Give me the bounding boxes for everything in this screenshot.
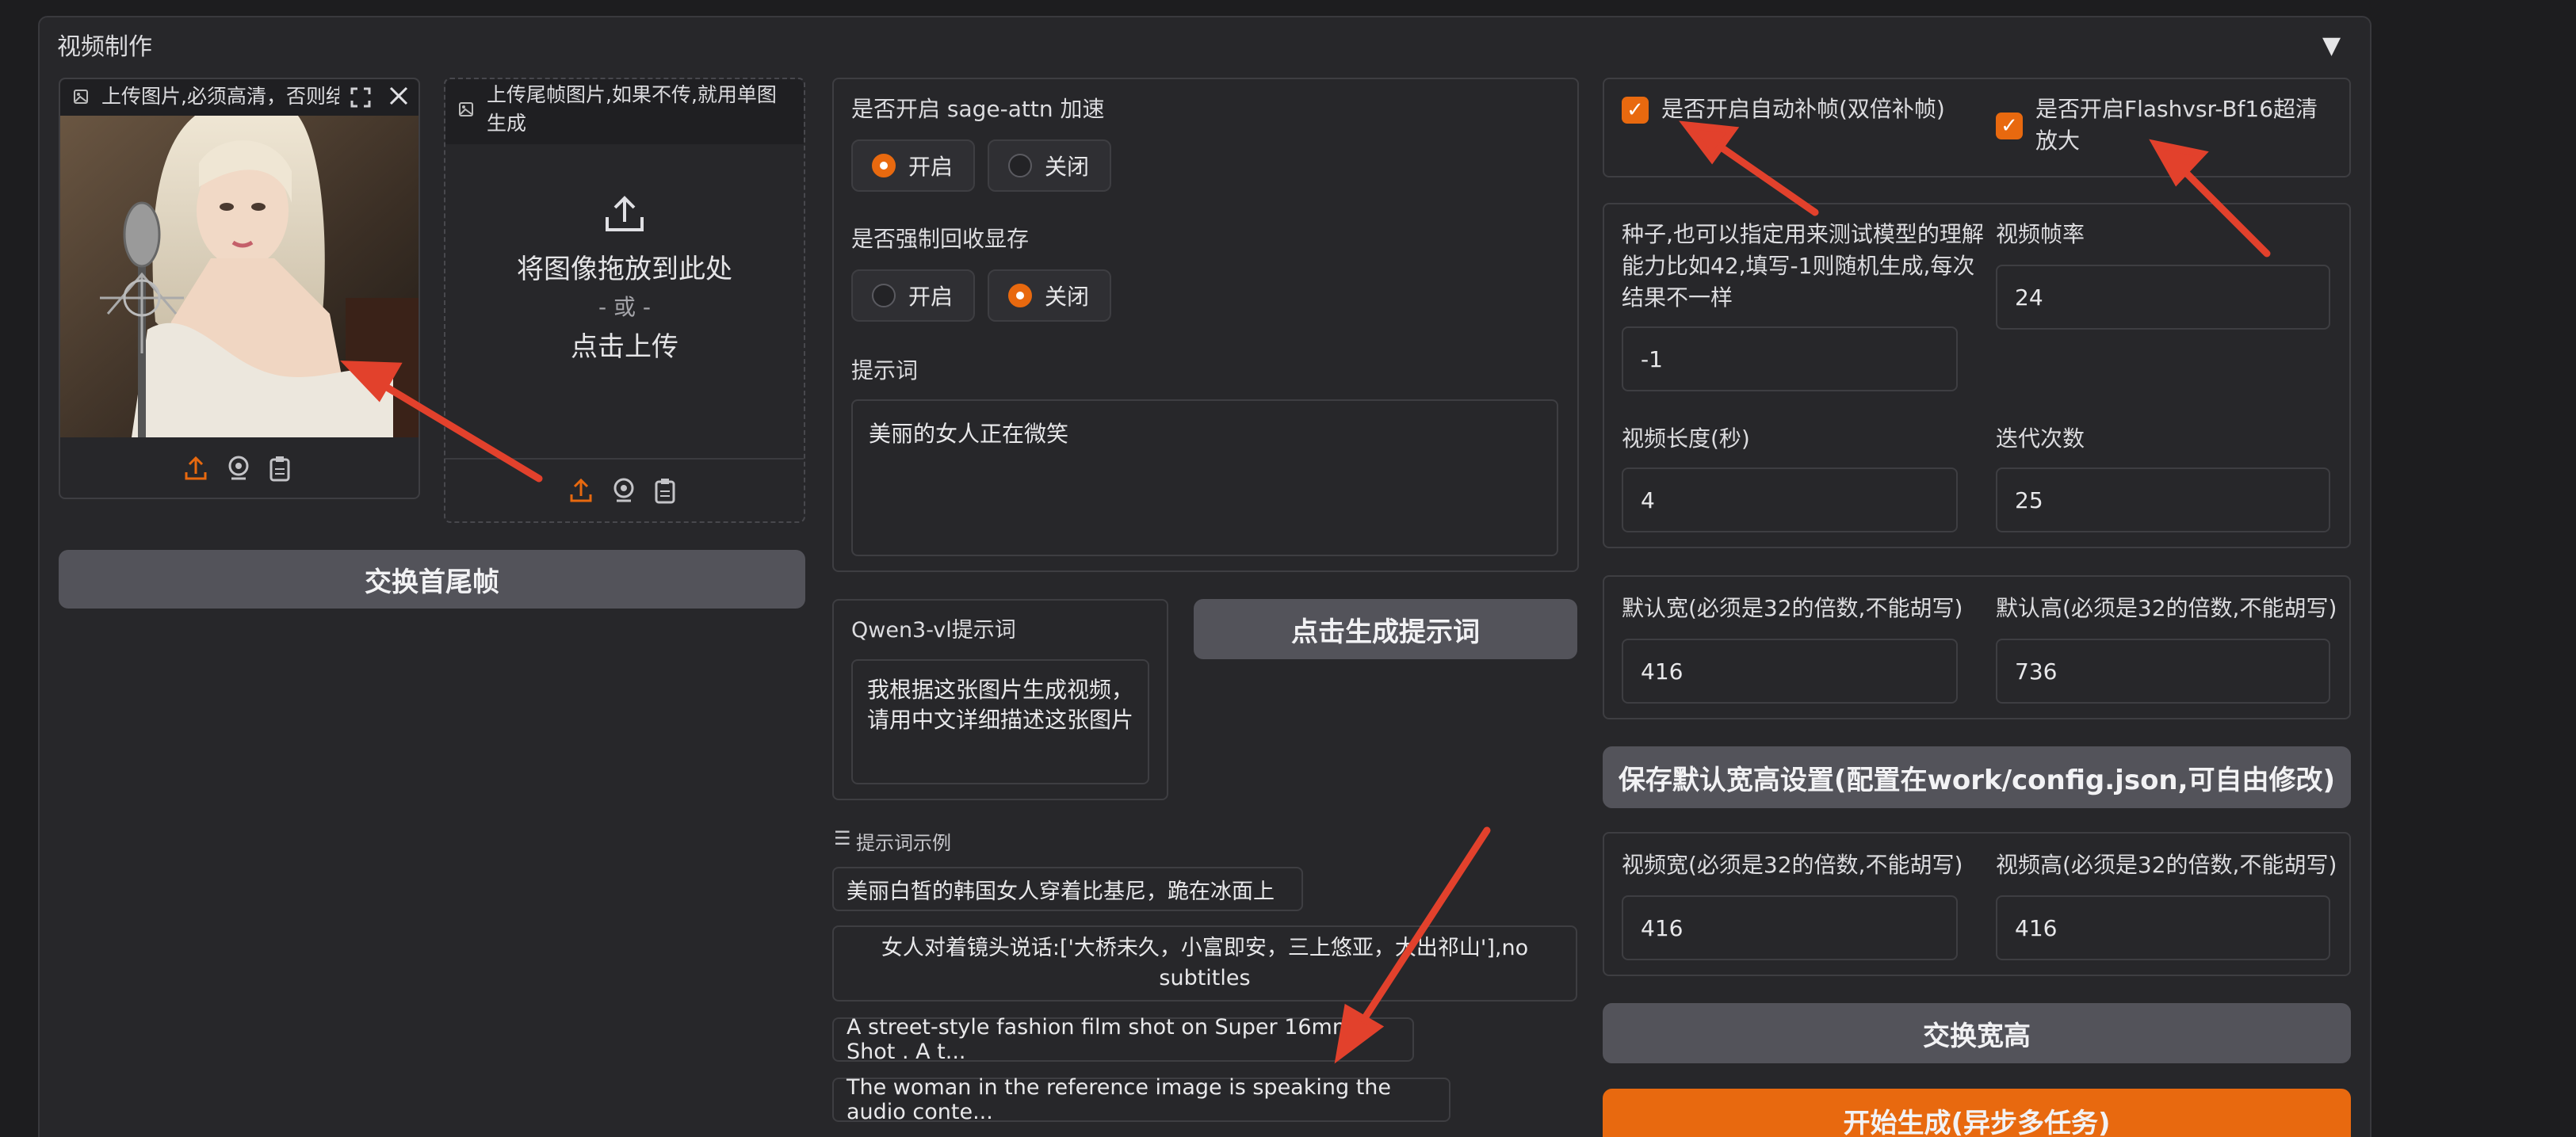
arrow-head — [1334, 1003, 1385, 1064]
arrow-line — [1708, 137, 1819, 216]
arrow-line — [369, 375, 543, 483]
arrow-head — [2149, 139, 2209, 187]
arrow-line — [2176, 162, 2271, 258]
arrow-line — [1353, 826, 1491, 1034]
annotation-arrows — [340, 120, 2271, 1064]
